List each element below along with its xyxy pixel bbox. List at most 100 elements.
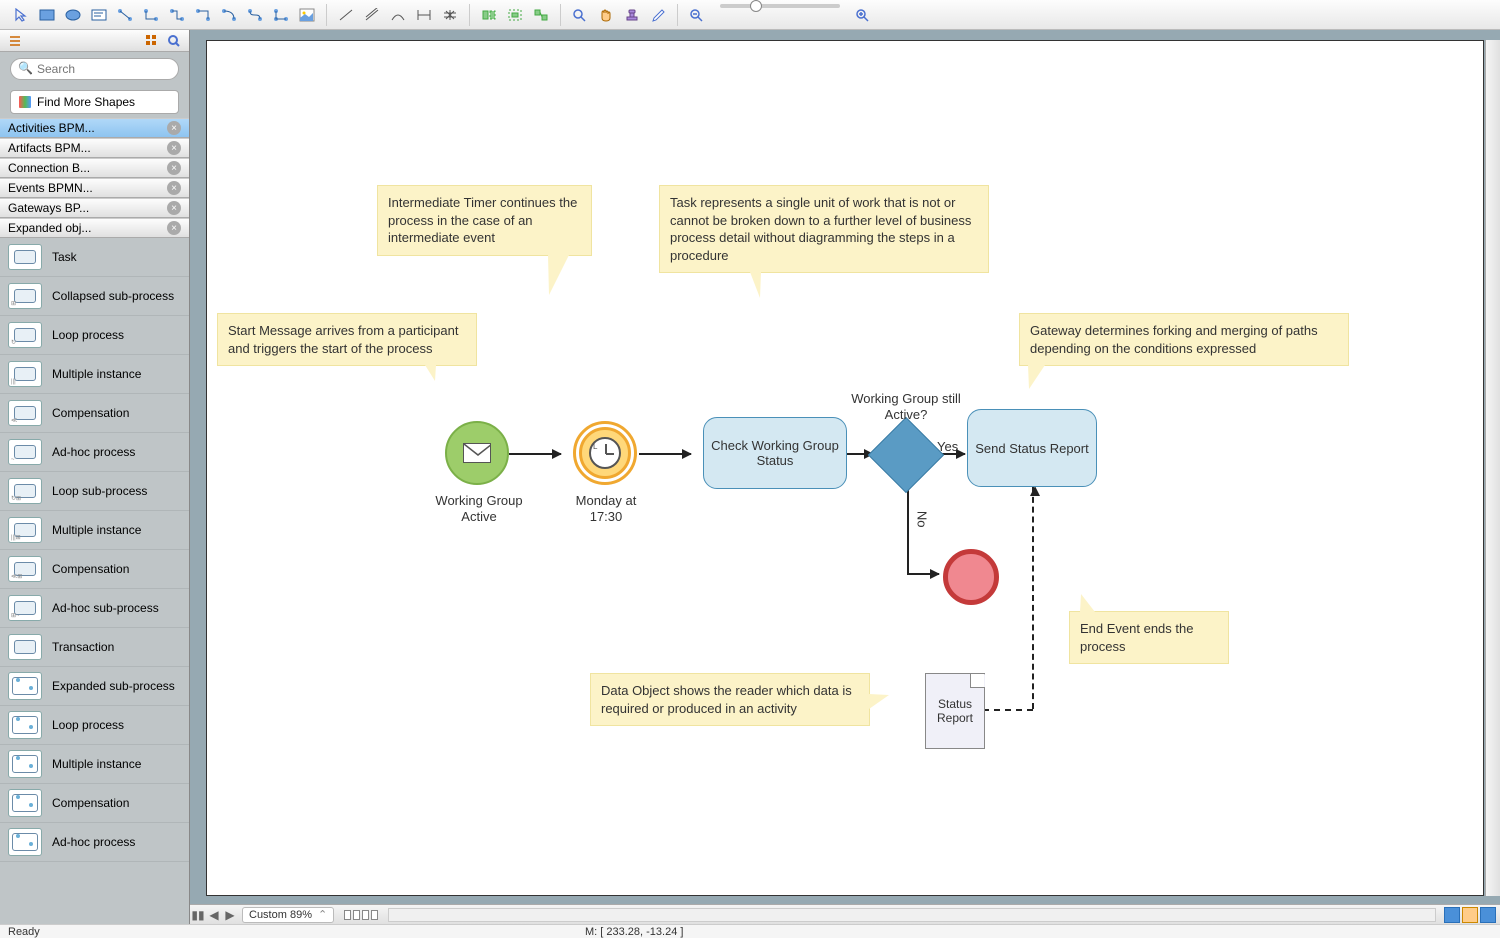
next-page-button[interactable]: ▶	[222, 907, 238, 923]
textbox-tool[interactable]	[88, 4, 110, 26]
shape-item[interactable]: Multiple instance	[0, 745, 189, 784]
search-icon: 🔍	[18, 61, 33, 75]
bottom-right-icons	[1440, 907, 1500, 923]
shape-item[interactable]: |||Multiple instance	[0, 355, 189, 394]
library-item[interactable]: Artifacts BPM...×	[0, 138, 189, 158]
image-tool[interactable]	[296, 4, 318, 26]
connector-tool-6[interactable]	[244, 4, 266, 26]
shape-item[interactable]: |||⊞Multiple instance	[0, 511, 189, 550]
grid-view-icon[interactable]	[143, 32, 161, 50]
close-icon[interactable]: ×	[167, 121, 181, 135]
library-item[interactable]: Activities BPM...×	[0, 118, 189, 138]
shape-item[interactable]: ⊞Collapsed sub-process	[0, 277, 189, 316]
library-item[interactable]: Connection B...×	[0, 158, 189, 178]
shape-item[interactable]: Task	[0, 238, 189, 277]
pointer-tool[interactable]	[10, 4, 32, 26]
line-tool-5[interactable]	[439, 4, 461, 26]
panel-icon-1[interactable]	[1444, 907, 1460, 923]
assoc-arrow	[1032, 487, 1034, 488]
flow-down-line	[907, 481, 909, 573]
library-item[interactable]: Expanded obj...×	[0, 218, 189, 238]
align-tool-3[interactable]	[530, 4, 552, 26]
tree-view-icon[interactable]	[6, 32, 24, 50]
gateway-diamond[interactable]	[868, 417, 944, 493]
shape-label: Collapsed sub-process	[52, 289, 174, 303]
shape-label: Loop process	[52, 328, 124, 342]
annotation-task[interactable]: Task represents a single unit of work th…	[659, 185, 989, 273]
prev-page-button[interactable]: ◀	[206, 907, 222, 923]
shape-item[interactable]: Compensation	[0, 784, 189, 823]
line-tool-1[interactable]	[335, 4, 357, 26]
align-tool-1[interactable]	[478, 4, 500, 26]
page-thumbnails[interactable]	[344, 910, 378, 920]
shape-item[interactable]: Ad-hoc process	[0, 823, 189, 862]
connector-tool-3[interactable]	[166, 4, 188, 26]
ellipse-tool[interactable]	[62, 4, 84, 26]
library-item[interactable]: Events BPMN...×	[0, 178, 189, 198]
shape-item[interactable]: ↻⊞Loop sub-process	[0, 472, 189, 511]
connector-tool-7[interactable]	[270, 4, 292, 26]
shape-item[interactable]: Transaction	[0, 628, 189, 667]
library-item[interactable]: Gateways BP...×	[0, 198, 189, 218]
intermediate-timer-event[interactable]: L	[573, 421, 637, 485]
diagram-content: Start Message arrives from a participant…	[207, 113, 1483, 803]
toolbar-group-view	[569, 4, 678, 26]
pause-icon[interactable]: ▮▮	[190, 907, 206, 923]
annotation-start[interactable]: Start Message arrives from a participant…	[217, 313, 477, 366]
diagram-canvas[interactable]: Start Message arrives from a participant…	[206, 40, 1484, 896]
rect-tool[interactable]	[36, 4, 58, 26]
line-tool-2[interactable]	[361, 4, 383, 26]
flow-arrow-1	[509, 453, 561, 455]
close-icon[interactable]: ×	[167, 141, 181, 155]
canvas-area: Start Message arrives from a participant…	[190, 30, 1500, 924]
shape-item[interactable]: ↻ Loop process	[0, 316, 189, 355]
task-check-status[interactable]: Check Working Group Status	[703, 417, 847, 489]
shape-list: Task⊞Collapsed sub-process ↻ Loop process |…	[0, 238, 189, 924]
shape-thumb	[8, 789, 42, 817]
close-icon[interactable]: ×	[167, 221, 181, 235]
shape-item[interactable]: Loop process	[0, 706, 189, 745]
zoom-level-label[interactable]: Custom 89%⌃	[242, 907, 334, 923]
annotation-end[interactable]: End Event ends the process	[1069, 611, 1229, 664]
zoom-slider[interactable]	[720, 4, 840, 8]
panel-icon-3[interactable]	[1480, 907, 1496, 923]
annotation-gateway[interactable]: Gateway determines forking and merging o…	[1019, 313, 1349, 366]
panel-icon-2[interactable]	[1462, 907, 1478, 923]
close-icon[interactable]: ×	[167, 181, 181, 195]
end-event[interactable]	[943, 549, 999, 605]
line-tool-4[interactable]	[413, 4, 435, 26]
start-message-event[interactable]	[445, 421, 509, 485]
shape-item[interactable]: Expanded sub-process	[0, 667, 189, 706]
line-tool-3[interactable]	[387, 4, 409, 26]
horizontal-scrollbar[interactable]	[388, 908, 1436, 922]
eyedropper-tool[interactable]	[647, 4, 669, 26]
data-object-status-report[interactable]: Status Report	[925, 673, 985, 749]
connector-tool-5[interactable]	[218, 4, 240, 26]
vertical-scrollbar[interactable]	[1485, 40, 1500, 896]
search-view-icon[interactable]	[165, 32, 183, 50]
zoom-in-button[interactable]	[852, 4, 874, 26]
shape-search-input[interactable]	[10, 58, 179, 80]
zoom-out-button[interactable]	[686, 4, 708, 26]
annotation-timer[interactable]: Intermediate Timer continues the process…	[377, 185, 592, 256]
shape-thumb: ~	[8, 439, 42, 465]
shape-item[interactable]: ≪Compensation	[0, 394, 189, 433]
shape-item[interactable]: ⊞~Ad-hoc sub-process	[0, 589, 189, 628]
connector-tool-2[interactable]	[140, 4, 162, 26]
task-send-report[interactable]: Send Status Report	[967, 409, 1097, 487]
connector-tool-4[interactable]	[192, 4, 214, 26]
find-more-shapes-button[interactable]: Find More Shapes	[10, 90, 179, 114]
annotation-dataobj[interactable]: Data Object shows the reader which data …	[590, 673, 870, 726]
list-view-icon[interactable]	[28, 32, 46, 50]
stamp-tool[interactable]	[621, 4, 643, 26]
start-event-label: Working Group Active	[431, 493, 527, 526]
hand-tool[interactable]	[595, 4, 617, 26]
shape-thumb: ↻	[8, 322, 42, 348]
align-tool-2[interactable]	[504, 4, 526, 26]
connector-tool-1[interactable]	[114, 4, 136, 26]
zoom-tool[interactable]	[569, 4, 591, 26]
close-icon[interactable]: ×	[167, 161, 181, 175]
shape-item[interactable]: ≪⊞Compensation	[0, 550, 189, 589]
close-icon[interactable]: ×	[167, 201, 181, 215]
shape-item[interactable]: ~Ad-hoc process	[0, 433, 189, 472]
